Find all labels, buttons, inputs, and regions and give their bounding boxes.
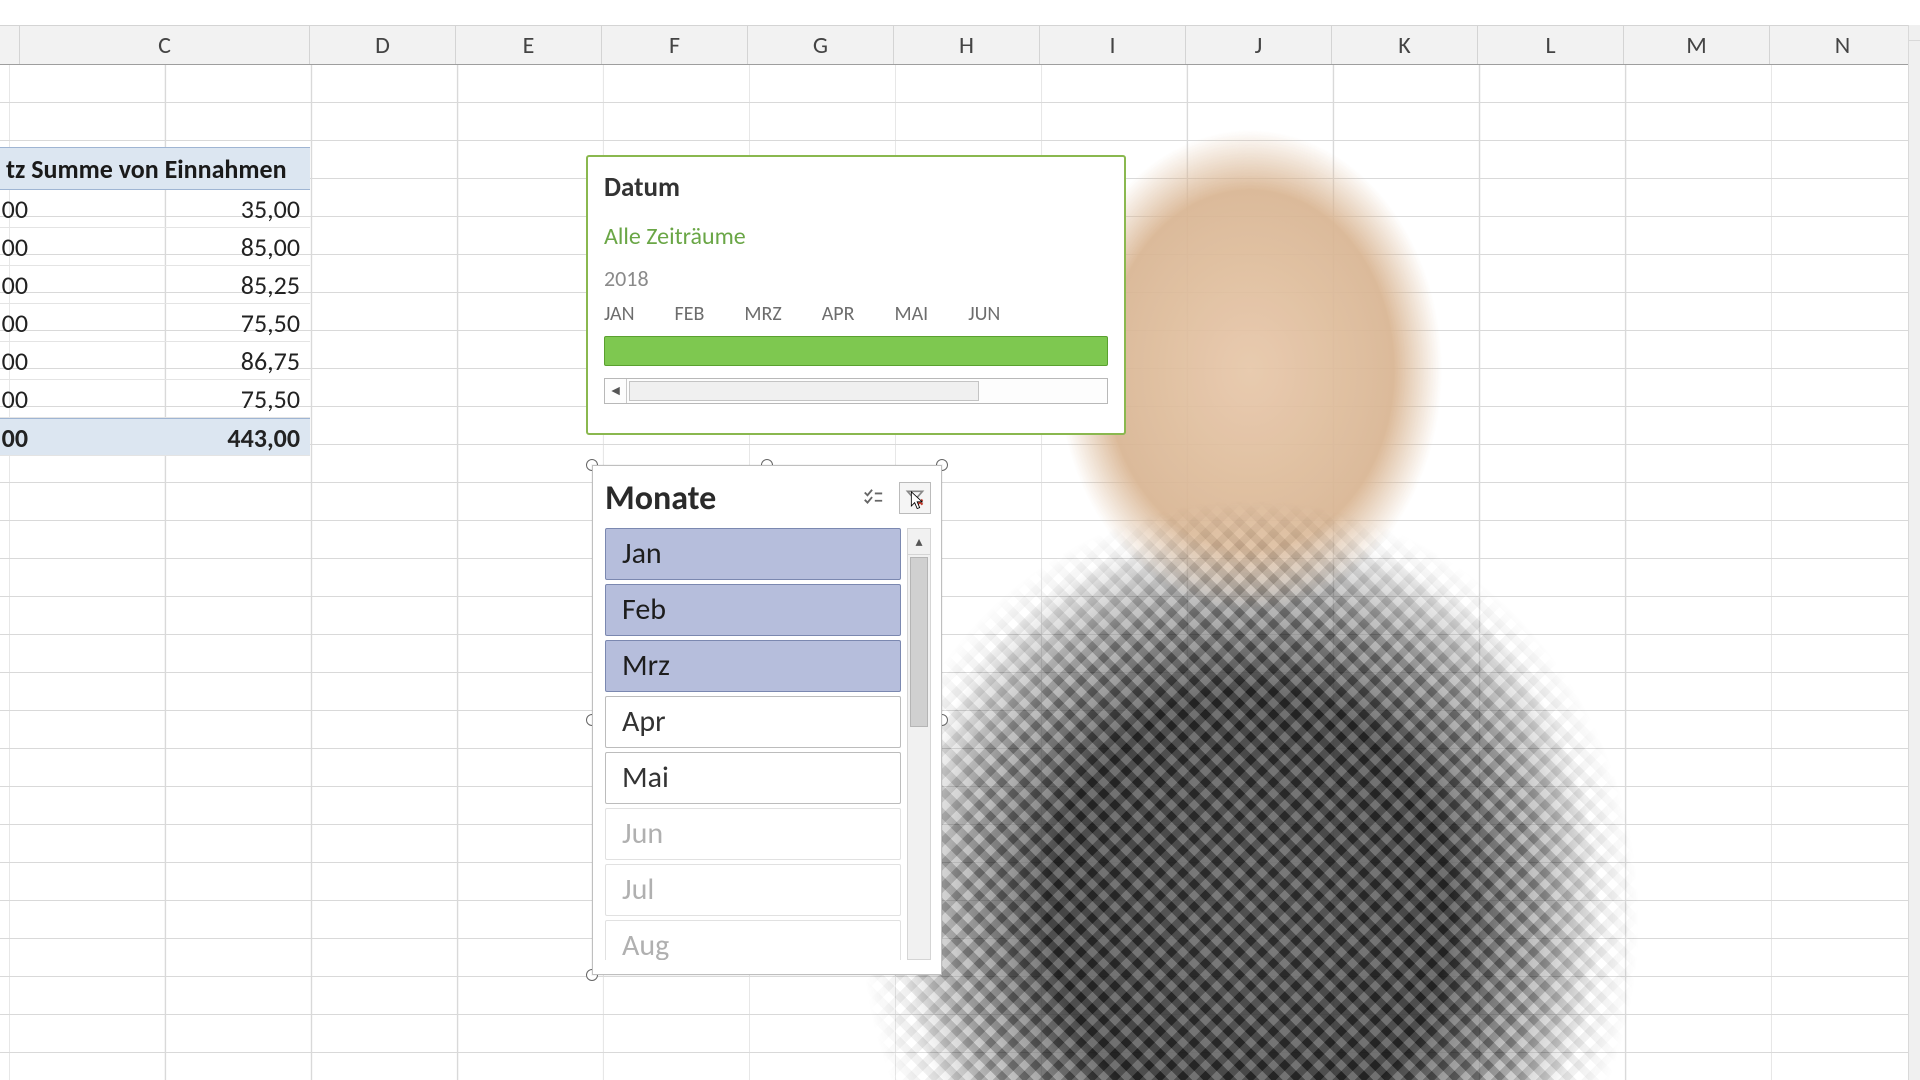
timeline-month: APR — [822, 302, 855, 326]
slicer-selection-frame[interactable]: Monate Jan Feb Mrz Apr Mai Jun Jul A — [592, 465, 942, 975]
slicer-item[interactable]: Mai — [605, 752, 901, 804]
timeline-scrollbar[interactable]: ◄ — [604, 378, 1108, 404]
col-header[interactable]: N — [1770, 26, 1916, 64]
cell-value: 35,00 — [241, 193, 300, 225]
cell-value: 75,50 — [241, 383, 300, 415]
cell-value: 75,50 — [241, 307, 300, 339]
pivot-row[interactable]: 00 75,50 — [0, 380, 310, 418]
col-header[interactable]: H — [894, 26, 1040, 64]
slicer-item[interactable]: Feb — [605, 584, 901, 636]
timeline-month: MRZ — [744, 302, 781, 326]
multi-select-icon[interactable] — [857, 482, 889, 514]
timeline-month: JAN — [604, 302, 635, 326]
slicer-item[interactable]: Aug — [605, 920, 901, 960]
cell-fragment: 00 — [0, 342, 28, 380]
col-header[interactable]: K — [1332, 26, 1478, 64]
cell-fragment: 00 — [0, 266, 28, 304]
timeline-month: JUN — [968, 302, 1000, 326]
timeline-month: MAI — [894, 302, 928, 326]
col-header[interactable]: I — [1040, 26, 1186, 64]
col-header[interactable]: E — [456, 26, 602, 64]
timeline-period-label: Alle Zeiträume — [604, 222, 1108, 251]
col-header-gutter — [0, 26, 20, 64]
timeline-range-bar[interactable] — [604, 336, 1108, 366]
cell-fragment: 00 — [0, 304, 28, 342]
pivot-row[interactable]: 00 86,75 — [0, 342, 310, 380]
month-slicer[interactable]: Monate Jan Feb Mrz Apr Mai Jun Jul A — [592, 465, 942, 975]
column-header-row: C D E F G H I J K L M N — [0, 25, 1908, 65]
pivot-row[interactable]: 00 75,50 — [0, 304, 310, 342]
timeline-slicer[interactable]: Datum Alle Zeiträume 2018 JAN FEB MRZ AP… — [586, 155, 1126, 435]
pivot-header[interactable]: tz Summe von Einnahmen — [0, 147, 310, 190]
slicer-item[interactable]: Mrz — [605, 640, 901, 692]
cell-value: 85,00 — [241, 231, 300, 263]
col-header[interactable]: M — [1624, 26, 1770, 64]
timeline-scroll-thumb[interactable] — [629, 381, 979, 401]
scroll-up-icon[interactable] — [1909, 25, 1920, 41]
col-header[interactable]: C — [20, 26, 310, 64]
pivot-row[interactable]: 00 35,00 — [0, 190, 310, 228]
timeline-year: 2018 — [604, 265, 1108, 292]
slicer-item-list: Jan Feb Mrz Apr Mai Jun Jul Aug — [605, 528, 901, 960]
cell-value: 443,00 — [227, 422, 300, 454]
col-header[interactable]: F — [602, 26, 748, 64]
clear-filter-icon[interactable] — [899, 482, 931, 514]
slicer-scrollbar[interactable]: ▴ — [907, 528, 931, 960]
pivot-row[interactable]: 00 85,25 — [0, 266, 310, 304]
slicer-title: Monate — [605, 478, 716, 519]
col-header[interactable]: L — [1478, 26, 1624, 64]
timeline-month-labels: JAN FEB MRZ APR MAI JUN — [604, 302, 1108, 326]
scroll-up-icon[interactable]: ▴ — [908, 529, 930, 555]
cell-fragment: 00 — [0, 228, 28, 266]
cell-fragment: 00 — [0, 380, 28, 418]
slicer-item[interactable]: Jan — [605, 528, 901, 580]
timeline-title: Datum — [604, 171, 1108, 204]
col-header[interactable]: J — [1186, 26, 1332, 64]
scroll-left-icon[interactable]: ◄ — [605, 379, 627, 403]
cell-fragment: 00 — [0, 419, 28, 456]
window-vertical-scrollbar[interactable] — [1908, 25, 1920, 1080]
slicer-scroll-thumb[interactable] — [910, 557, 928, 727]
pivot-total-row[interactable]: 00 443,00 — [0, 418, 310, 456]
slicer-item[interactable]: Jul — [605, 864, 901, 916]
cell-value: 86,75 — [241, 345, 300, 377]
cell-value: 85,25 — [241, 269, 300, 301]
col-header[interactable]: D — [310, 26, 456, 64]
cell-fragment: 00 — [0, 190, 28, 228]
timeline-month: FEB — [675, 302, 705, 326]
slicer-item[interactable]: Jun — [605, 808, 901, 860]
pivot-row[interactable]: 00 85,00 — [0, 228, 310, 266]
col-header[interactable]: G — [748, 26, 894, 64]
slicer-item[interactable]: Apr — [605, 696, 901, 748]
